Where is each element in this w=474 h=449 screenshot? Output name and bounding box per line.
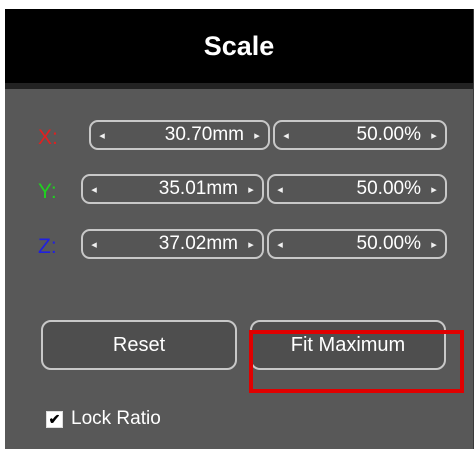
lock-ratio-label[interactable]: Lock Ratio [71,408,161,430]
y-size-stepper[interactable]: ◂ 35.01mm ▸ [81,174,264,204]
x-percent-value[interactable]: 50.00% [357,124,421,146]
decrement-arrow-icon[interactable]: ◂ [272,231,288,257]
decrement-arrow-icon[interactable]: ◂ [278,122,294,148]
increment-arrow-icon[interactable]: ▸ [243,176,259,202]
panel-title: Scale [203,30,275,61]
increment-arrow-icon[interactable]: ▸ [426,231,442,257]
z-size-stepper[interactable]: ◂ 37.02mm ▸ [81,229,264,259]
reset-button[interactable]: Reset [41,320,237,370]
z-percent-stepper[interactable]: ◂ 50.00% ▸ [267,229,447,259]
x-size-value[interactable]: 30.70mm [165,124,244,146]
axis-label-z: Z: [38,235,57,258]
increment-arrow-icon[interactable]: ▸ [426,122,442,148]
scale-panel-body: Scale X: ◂ 30.70mm ▸ ◂ 50.00% ▸ Y: ◂ 35.… [5,9,474,449]
y-percent-stepper[interactable]: ◂ 50.00% ▸ [267,174,447,204]
check-icon: ✔ [48,411,61,427]
decrement-arrow-icon[interactable]: ◂ [94,122,110,148]
axis-label-x: X: [38,126,58,149]
scale-row-x: X: ◂ 30.70mm ▸ ◂ 50.00% ▸ [5,120,473,156]
panel-header: Scale [5,9,473,83]
lock-ratio-toggle[interactable]: ✔ Lock Ratio [46,407,161,431]
x-size-stepper[interactable]: ◂ 30.70mm ▸ [89,120,270,150]
x-percent-stepper[interactable]: ◂ 50.00% ▸ [273,120,447,150]
z-size-value[interactable]: 37.02mm [159,233,238,255]
lock-ratio-checkbox[interactable]: ✔ [46,410,63,428]
z-percent-value[interactable]: 50.00% [357,233,421,255]
scale-row-z: Z: ◂ 37.02mm ▸ ◂ 50.00% ▸ [5,229,473,265]
decrement-arrow-icon[interactable]: ◂ [86,231,102,257]
increment-arrow-icon[interactable]: ▸ [426,176,442,202]
header-divider [5,83,473,89]
decrement-arrow-icon[interactable]: ◂ [272,176,288,202]
increment-arrow-icon[interactable]: ▸ [243,231,259,257]
fit-maximum-button[interactable]: Fit Maximum [250,320,446,370]
scale-panel: Scale X: ◂ 30.70mm ▸ ◂ 50.00% ▸ Y: ◂ 35.… [0,0,474,449]
axis-label-y: Y: [38,180,57,203]
scale-row-y: Y: ◂ 35.01mm ▸ ◂ 50.00% ▸ [5,174,473,210]
y-percent-value[interactable]: 50.00% [357,178,421,200]
decrement-arrow-icon[interactable]: ◂ [86,176,102,202]
y-size-value[interactable]: 35.01mm [159,178,238,200]
increment-arrow-icon[interactable]: ▸ [249,122,265,148]
